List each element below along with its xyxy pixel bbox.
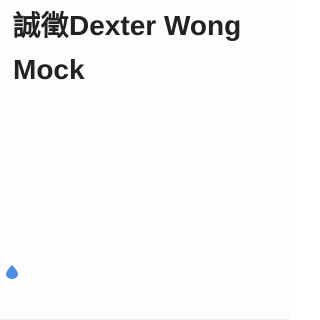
text-cursor-handle-icon[interactable] [6, 265, 18, 279]
posting-title[interactable]: 誠徵Dexter Wong Mock [13, 4, 283, 92]
editor-screen: 誠徵Dexter Wong Mock [0, 0, 290, 320]
